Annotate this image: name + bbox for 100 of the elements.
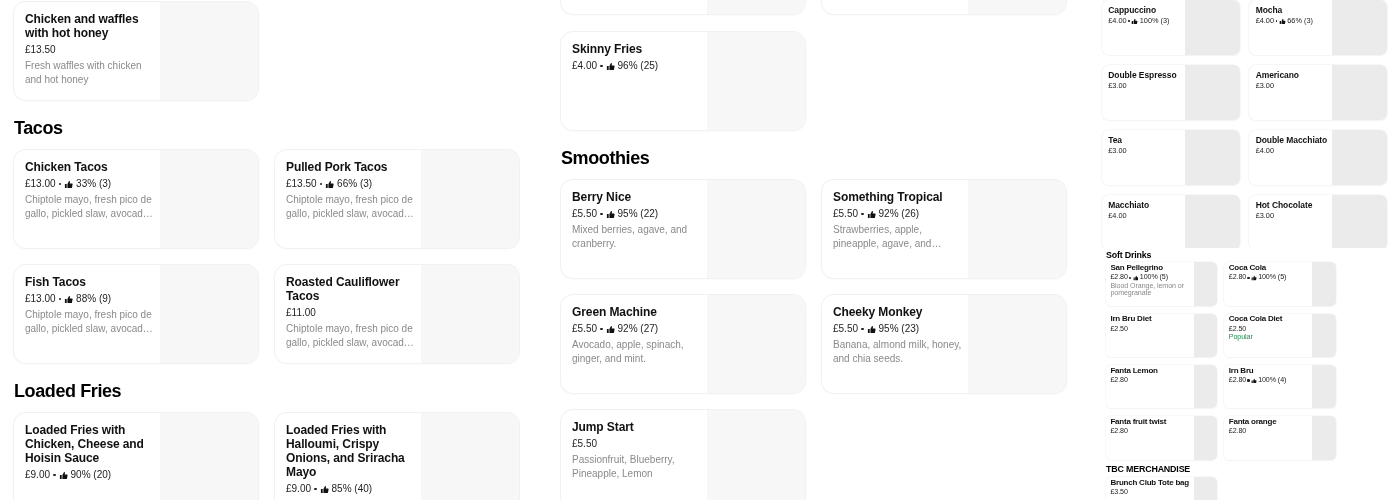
item-description: Mixed berries, agave, and cranberry.	[572, 223, 689, 251]
item-name: Double Macchiato	[1255, 135, 1328, 146]
menu-item-card[interactable]: Roasted Cauliflower Tacos £11.00 Chiptole mayo, fresh pico de gallo, pickled slaw, avocad…	[275, 265, 519, 363]
section-heading: Soft Drinks	[1106, 250, 1153, 261]
item-rating: 96% (25)	[617, 59, 659, 73]
item-rating: 66% (3)	[337, 177, 373, 191]
item-rating: 88% (9)	[76, 292, 112, 306]
item-price: £13.00	[25, 292, 56, 306]
item-name: San Pellegrino	[1110, 264, 1163, 274]
thumbs-up-icon	[866, 324, 876, 334]
thumbs-up-icon	[64, 294, 74, 304]
item-name: Mocha	[1255, 5, 1283, 16]
item-name: Coca Cola Diet	[1228, 315, 1283, 325]
item-price: £9.00	[286, 482, 312, 496]
separator-dot	[600, 212, 603, 216]
item-name: Double Espresso	[1108, 70, 1177, 81]
section-heading: Loaded Fries	[14, 380, 123, 403]
item-name: Coca Cola	[1228, 264, 1266, 274]
item-name: Green Machine	[572, 305, 657, 319]
section-heading: Smoothies	[561, 147, 651, 170]
menu-item-card[interactable]: Chicken Tacos £13.00 33% (3) Chiptole mayo, fresh pico de gallo, pickled slaw, avocad…	[14, 150, 258, 248]
item-description: Fresh waffles with chicken and hot honey	[25, 59, 143, 87]
menu-item-card[interactable]: Something Tropical £5.50 92% (26) Strawberries, apple, pineapple, agave, and…	[822, 180, 1066, 278]
menu-item-card[interactable]: Chicken and waffles with hot honey £13.50 Fresh waffles with chicken and hot honey	[14, 2, 258, 100]
item-price: £4.00	[572, 59, 598, 73]
item-name: Tea	[1108, 135, 1122, 146]
separator-dot	[600, 327, 603, 331]
item-name: Loaded Fries with Halloumi, Crispy Onions, and Sriracha Mayo	[286, 423, 406, 479]
item-rating: 95% (22)	[617, 207, 659, 221]
thumbs-up-icon	[605, 209, 615, 219]
item-price: £13.00	[25, 177, 56, 191]
item-name: Fish Tacos	[25, 275, 86, 289]
item-name: Chicken and waffles with hot honey	[25, 12, 140, 40]
item-name: Americano	[1255, 70, 1299, 81]
item-rating: 92% (26)	[878, 207, 920, 221]
separator-dot	[1247, 277, 1250, 280]
menu-item-card[interactable]: Loaded Fries with Chicken, Cheese and Hoisin Sauce £9.00 90% (20)	[14, 413, 258, 500]
separator-dot	[314, 487, 317, 491]
menu-item-card[interactable]: Green Machine £5.50 92% (27) Avocado, apple, spinach, ginger, and mint.	[561, 295, 805, 393]
item-name: Chicken Tacos	[25, 160, 108, 174]
thumbs-up-icon	[1251, 275, 1257, 282]
thumbs-up-icon	[866, 209, 876, 219]
item-description: Avocado, apple, spinach, ginger, and mint.	[572, 338, 685, 366]
item-price: £5.50	[572, 437, 598, 451]
thumbs-up-icon	[58, 470, 68, 480]
item-price: £5.50	[572, 207, 598, 221]
item-description: Strawberries, apple, pineapple, agave, and…	[833, 223, 943, 251]
item-name: Macchiato	[1108, 200, 1150, 211]
item-description: Chiptole mayo, fresh pico de gallo, pickled slaw, avocad…	[25, 193, 154, 221]
thumbs-up-icon	[1251, 377, 1257, 384]
menu-item-card[interactable]: Pulled Pork Tacos £13.50 66% (3) Chiptole mayo, fresh pico de gallo, pickled slaw, avocad…	[275, 150, 519, 248]
separator-dot	[53, 473, 56, 477]
menu-item-card[interactable]: Cheeky Monkey £5.50 95% (23) Banana, almond milk, honey, and chia seeds.	[822, 295, 1066, 393]
item-price: £11.00	[286, 306, 316, 320]
item-name: Cheeky Monkey	[833, 305, 923, 319]
item-name: Roasted Cauliflower Tacos	[286, 275, 401, 303]
item-price: £13.50	[25, 43, 56, 57]
item-name: Loaded Fries with Chicken, Cheese and Hoisin Sauce	[25, 423, 145, 465]
menu-item-card[interactable]: Loaded Fries with Halloumi, Crispy Onions, and Sriracha Mayo £9.00 85% (40)	[275, 413, 519, 500]
separator-dot	[861, 212, 864, 216]
thumbs-up-icon	[1132, 275, 1139, 282]
item-name: Irn Bru	[1228, 366, 1254, 376]
item-name: Hot Chocolate	[1255, 200, 1313, 211]
thumbs-up-icon	[1131, 17, 1139, 25]
menu-item-card[interactable]: Fish Tacos £13.00 88% (9) Chiptole mayo, fresh pico de gallo, pickled slaw, avocad…	[14, 265, 258, 363]
item-description: Chiptole mayo, fresh pico de gallo, pickled slaw, avocad…	[25, 308, 154, 336]
thumbs-up-icon	[605, 324, 615, 334]
section-heading: Tacos	[14, 117, 64, 140]
menu-item-card[interactable]: Jump Start £5.50 Passionfruit, Blueberry, Pineapple, Lemon	[561, 410, 805, 500]
item-name: Fanta orange	[1228, 417, 1277, 427]
item-name: Cappuccino	[1108, 5, 1157, 16]
item-price: £5.50	[572, 322, 598, 336]
separator-dot	[600, 64, 603, 68]
item-rating: 92% (27)	[617, 322, 659, 336]
item-description: Chiptole mayo, fresh pico de gallo, pickled slaw, avocad…	[286, 193, 415, 221]
thumbs-up-icon	[1278, 17, 1286, 25]
item-name: Fanta fruit twist	[1110, 417, 1167, 427]
item-description: Chiptole mayo, fresh pico de gallo, pickled slaw, avocad…	[286, 322, 415, 350]
item-name: Something Tropical	[833, 190, 943, 204]
item-price: £5.50	[833, 207, 859, 221]
separator-dot	[861, 327, 864, 331]
item-description: Passionfruit, Blueberry, Pineapple, Lemon	[572, 453, 676, 481]
thumbs-up-icon	[319, 484, 329, 494]
thumbs-up-icon	[325, 179, 335, 189]
item-price: £13.50	[286, 177, 317, 191]
item-name: Brunch Club Tote bag	[1110, 478, 1189, 488]
item-description: Banana, almond milk, honey, and chia seeds.	[833, 338, 962, 366]
item-name: Berry Nice	[572, 190, 632, 204]
separator-dot	[1247, 379, 1250, 382]
item-name: Jump Start	[572, 420, 634, 434]
thumbs-up-icon	[605, 61, 615, 71]
thumbs-up-icon	[64, 179, 74, 189]
item-rating: 95% (23)	[878, 322, 920, 336]
menu-item-card[interactable]: Berry Nice £5.50 95% (22) Mixed berries, agave, and cranberry.	[561, 180, 805, 278]
item-rating: 90% (20)	[70, 468, 112, 482]
item-rating: 85% (40)	[331, 482, 373, 496]
section-heading: TBC MERCHANDISE	[1106, 464, 1192, 475]
item-name: Pulled Pork Tacos	[286, 160, 388, 174]
menu-item-card[interactable]: Skinny Fries £4.00 96% (25)	[561, 32, 805, 130]
item-name: Fanta Lemon	[1110, 366, 1158, 376]
